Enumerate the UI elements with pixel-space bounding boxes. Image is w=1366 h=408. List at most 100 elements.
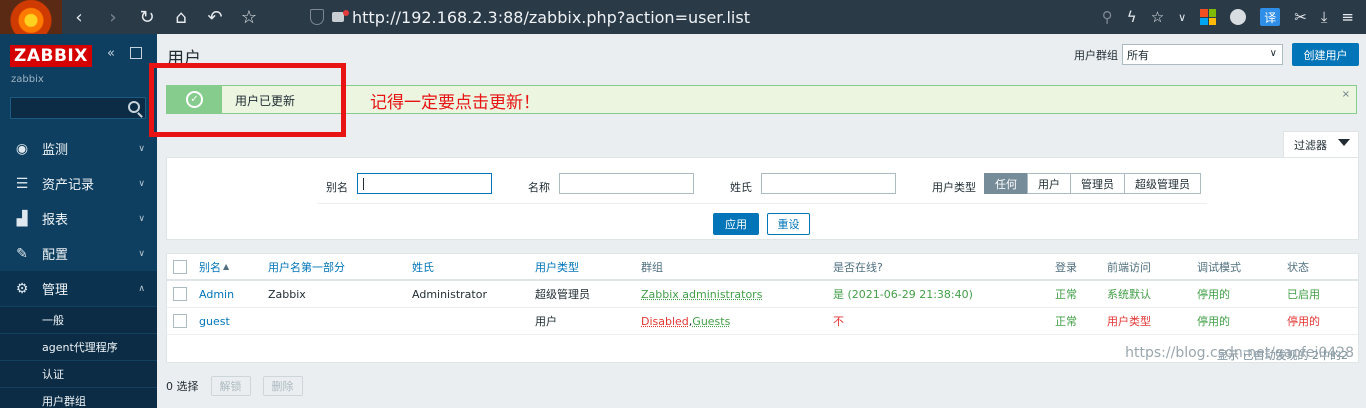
lock-icon: [332, 10, 349, 22]
address-bar[interactable]: http://192.168.2.3:88/zabbix.php?action=…: [310, 0, 750, 34]
menu-item-label: 配置: [42, 248, 69, 263]
home-icon[interactable]: ⌂: [164, 0, 198, 34]
submenu-item-proxies[interactable]: agent代理程序: [0, 333, 157, 360]
filter-surname-label: 姓氏: [730, 181, 752, 194]
browser-extensions: ⚲ ϟ ☆ ∨ 译 ✂ ⤓ ≡: [1102, 0, 1366, 34]
chevron-down-icon[interactable]: ∨: [1178, 11, 1186, 24]
zabbix-logo[interactable]: ZABBIX: [10, 45, 92, 67]
create-user-button[interactable]: 创建用户: [1292, 43, 1359, 66]
user-frontend-access[interactable]: 用户类型: [1107, 308, 1151, 334]
user-online-status: 不: [833, 315, 844, 328]
menu-item-inventory[interactable]: ☰ 资产记录 ∨: [0, 166, 157, 201]
watermark-text: https://blog.csdn.net/gaofei0428: [1125, 345, 1354, 361]
user-type: 超级管理员: [535, 288, 590, 301]
chevron-down-icon: ∨: [138, 143, 145, 154]
user-groups-link[interactable]: Zabbix administrators: [641, 281, 762, 307]
apps-icon[interactable]: [1200, 9, 1217, 25]
globe-icon[interactable]: [1230, 9, 1247, 25]
success-message: ✓ 用户已更新 ×: [166, 85, 1357, 114]
unlock-button[interactable]: 解锁: [210, 376, 251, 396]
undo-icon[interactable]: ↶: [198, 0, 232, 34]
user-type-user[interactable]: 用户: [1027, 173, 1071, 194]
header-name[interactable]: 用户名第一部分: [268, 254, 345, 279]
reload-icon[interactable]: ↻: [130, 0, 164, 34]
table-row: guest 用户 Disabled, Guests 不 正常 用户类型 停用的 …: [167, 308, 1358, 335]
search-icon[interactable]: ⚲: [1102, 8, 1113, 26]
selected-count: 0 选择: [166, 380, 199, 393]
user-group-guests-link[interactable]: Guests: [692, 315, 730, 328]
search-icon[interactable]: [128, 101, 140, 113]
translate-icon[interactable]: 译: [1260, 8, 1281, 26]
menu-item-configuration[interactable]: ✎ 配置 ∨: [0, 236, 157, 271]
delete-button[interactable]: 删除: [262, 376, 303, 396]
browser-avatar[interactable]: [0, 0, 62, 34]
user-alias-link[interactable]: guest: [199, 308, 230, 334]
close-icon[interactable]: ×: [1342, 89, 1350, 100]
filter-alias-label: 别名: [326, 181, 348, 194]
bolt-icon[interactable]: ϟ: [1127, 8, 1137, 26]
user-login-status: 正常: [1055, 315, 1077, 328]
star-icon[interactable]: ☆: [232, 0, 266, 34]
filter-tab[interactable]: 过滤器: [1283, 131, 1359, 157]
submenu-item-user-groups[interactable]: 用户群组: [0, 387, 157, 408]
user-debug-mode[interactable]: 停用的: [1197, 281, 1230, 307]
kiosk-mode-icon[interactable]: [130, 47, 142, 59]
filter-alias-input[interactable]: [357, 173, 492, 194]
menu-icon[interactable]: ≡: [1341, 8, 1354, 26]
logo-row: ZABBIX: [10, 45, 92, 67]
bar-chart-icon: ▟: [16, 210, 28, 227]
user-type-super-admin[interactable]: 超级管理员: [1124, 173, 1201, 194]
header-login: 登录: [1055, 260, 1077, 274]
user-type-segmented: 任何 用户 管理员 超级管理员: [984, 173, 1201, 194]
user-type-any[interactable]: 任何: [984, 173, 1028, 194]
server-name: zabbix: [11, 74, 44, 85]
back-icon[interactable]: ‹: [62, 0, 96, 34]
header-online: 是否在线?: [833, 260, 883, 274]
header-alias[interactable]: 别名 ▲: [199, 254, 229, 279]
reset-button[interactable]: 重设: [767, 213, 810, 235]
header-surname[interactable]: 姓氏: [412, 254, 434, 279]
chevron-down-icon: ∨: [138, 213, 145, 224]
user-group-select[interactable]: 所有 ∨: [1122, 44, 1283, 65]
filter-surname-input[interactable]: [761, 173, 896, 194]
url-text[interactable]: http://192.168.2.3:88/zabbix.php?action=…: [352, 8, 750, 27]
submenu-item-general[interactable]: 一般: [0, 306, 157, 333]
download-icon[interactable]: ⤓: [1321, 8, 1328, 26]
menu-item-reports[interactable]: ▟ 报表 ∨: [0, 201, 157, 236]
menu-item-administration[interactable]: ⚙ 管理 ∧: [0, 271, 157, 306]
user-frontend-access[interactable]: 系统默认: [1107, 281, 1151, 307]
user-debug-mode[interactable]: 停用的: [1197, 308, 1230, 334]
sidebar-search-input[interactable]: [10, 97, 146, 119]
menu-item-monitoring[interactable]: ◉ 监测 ∨: [0, 131, 157, 166]
gear-icon: ⚙: [15, 280, 29, 297]
user-type: 用户: [535, 315, 557, 328]
forward-icon[interactable]: ›: [96, 0, 130, 34]
favorite-star-icon[interactable]: ☆: [1151, 8, 1164, 26]
header-user-type[interactable]: 用户类型: [535, 254, 579, 279]
user-groups: Disabled, Guests: [641, 308, 730, 334]
submenu-item-authentication[interactable]: 认证: [0, 360, 157, 387]
user-alias-link[interactable]: Admin: [199, 281, 234, 307]
annotation-text: 记得一定要点击更新！: [370, 93, 540, 113]
user-type-admin[interactable]: 管理员: [1070, 173, 1125, 194]
filter-name-input[interactable]: [559, 173, 694, 194]
apply-button[interactable]: 应用: [713, 213, 759, 235]
user-status[interactable]: 已启用: [1287, 281, 1320, 307]
menu-item-label: 监测: [42, 143, 69, 158]
scissors-icon[interactable]: ✂: [1294, 8, 1307, 26]
bulk-actions: 0 选择 解锁 删除: [166, 376, 303, 396]
collapse-sidebar-icon[interactable]: «: [107, 46, 115, 61]
header-groups: 群组: [641, 260, 663, 274]
user-group-value: 所有: [1127, 48, 1149, 62]
list-icon: ☰: [15, 175, 29, 192]
user-group-label: 用户群组: [1074, 49, 1118, 62]
menu-item-label: 资产记录: [42, 178, 95, 193]
menu-item-label: 管理: [42, 283, 69, 298]
select-all-checkbox[interactable]: [173, 260, 187, 274]
user-group-disabled-link[interactable]: Disabled: [641, 315, 689, 328]
header-debug-mode: 调试模式: [1197, 260, 1241, 274]
row-checkbox[interactable]: [173, 287, 187, 301]
user-status[interactable]: 停用的: [1287, 308, 1320, 334]
menu-item-label: 报表: [42, 213, 69, 228]
row-checkbox[interactable]: [173, 314, 187, 328]
